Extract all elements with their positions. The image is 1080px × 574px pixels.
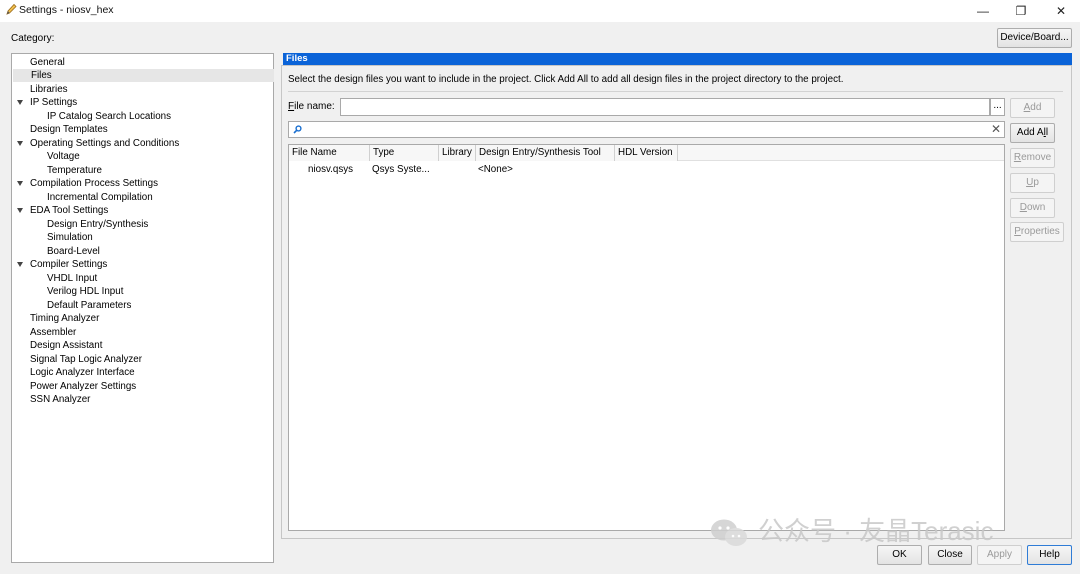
tree-item-signal-tap[interactable]: Signal Tap Logic Analyzer [30, 353, 142, 366]
tree-item-ip-catalog[interactable]: IP Catalog Search Locations [47, 110, 171, 123]
close-window-button[interactable]: ✕ [1042, 1, 1080, 21]
tree-item-assembler[interactable]: Assembler [30, 326, 76, 339]
file-name-label: File name: [288, 101, 335, 112]
window-title: Settings - niosv_hex [19, 4, 114, 16]
tree-item-temperature[interactable]: Temperature [47, 164, 102, 177]
tree-item-voltage[interactable]: Voltage [47, 150, 80, 163]
column-header-file-name[interactable]: File Name [289, 145, 370, 161]
properties-button[interactable]: Properties [1010, 222, 1064, 242]
tree-item-general[interactable]: General [30, 56, 65, 69]
category-tree[interactable]: General Files Libraries IP Settings IP C… [11, 53, 274, 563]
remove-button[interactable]: Remove [1010, 148, 1055, 168]
tree-item-power-analyzer[interactable]: Power Analyzer Settings [30, 380, 136, 393]
tree-item-incremental-compilation[interactable]: Incremental Compilation [47, 191, 153, 204]
close-button[interactable]: Close [928, 545, 972, 565]
tree-item-logic-analyzer-interface[interactable]: Logic Analyzer Interface [30, 366, 135, 379]
table-cell-design-entry-tool[interactable]: <None> [478, 163, 614, 177]
settings-pencil-icon [6, 3, 17, 15]
table-cell-hdl-version[interactable] [617, 163, 677, 177]
up-button[interactable]: Up [1010, 173, 1055, 193]
tree-item-design-assistant[interactable]: Design Assistant [30, 339, 102, 352]
add-all-button[interactable]: Add All [1010, 123, 1055, 143]
tree-item-operating-settings[interactable]: Operating Settings and Conditions [30, 137, 179, 150]
table-header-fill [678, 145, 1004, 161]
wechat-logo-icon [711, 519, 747, 546]
tree-item-timing-analyzer[interactable]: Timing Analyzer [30, 312, 99, 325]
ok-button[interactable]: OK [877, 545, 922, 565]
tree-item-ssn-analyzer[interactable]: SSN Analyzer [30, 393, 90, 406]
column-header-type[interactable]: Type [370, 145, 439, 161]
minimize-button[interactable]: — [964, 1, 1002, 21]
tree-item-compiler-settings[interactable]: Compiler Settings [30, 258, 107, 271]
down-button[interactable]: Down [1010, 198, 1055, 218]
tree-item-design-templates[interactable]: Design Templates [30, 123, 108, 136]
watermark-text: 公众号 · 友晶Terasic [758, 516, 994, 546]
restore-button[interactable]: ❐ [1002, 1, 1040, 21]
clear-search-icon[interactable]: ✕ [991, 122, 1001, 137]
tree-item-compilation-process[interactable]: Compilation Process Settings [30, 177, 158, 190]
file-name-input[interactable] [340, 98, 990, 116]
title-bar: Settings - niosv_hex — ❐ ✕ [0, 0, 1080, 22]
column-header-library[interactable]: Library [439, 145, 476, 161]
search-input[interactable]: ✕ [288, 121, 1005, 138]
tree-item-simulation[interactable]: Simulation [47, 231, 93, 244]
category-label: Category: [11, 33, 55, 44]
browse-button[interactable]: ... [990, 98, 1005, 116]
device-board-button[interactable]: Device/Board... [997, 28, 1072, 48]
apply-button[interactable]: Apply [977, 545, 1022, 565]
expand-arrow-icon[interactable] [17, 181, 23, 186]
expand-arrow-icon[interactable] [17, 100, 23, 105]
column-header-hdl-version[interactable]: HDL Version [615, 145, 678, 161]
expand-arrow-icon[interactable] [17, 141, 23, 146]
tree-item-design-entry-synthesis[interactable]: Design Entry/Synthesis [47, 218, 148, 231]
table-cell-library[interactable] [441, 163, 475, 177]
tree-item-files[interactable]: Files [13, 69, 274, 82]
tree-item-libraries[interactable]: Libraries [30, 83, 68, 96]
tree-item-board-level[interactable]: Board-Level [47, 245, 100, 258]
divider [288, 91, 1063, 92]
table-cell-file-name[interactable]: niosv.qsys [308, 163, 370, 177]
search-icon [293, 125, 302, 134]
tree-item-eda-tool-settings[interactable]: EDA Tool Settings [30, 204, 108, 217]
files-table[interactable]: File Name Type Library Design Entry/Synt… [288, 144, 1005, 531]
tree-item-verilog-input[interactable]: Verilog HDL Input [47, 285, 123, 298]
table-cell-type[interactable]: Qsys Syste... [372, 163, 438, 177]
tree-item-ip-settings[interactable]: IP Settings [30, 96, 77, 109]
column-header-design-entry-tool[interactable]: Design Entry/Synthesis Tool [476, 145, 615, 161]
help-button[interactable]: Help [1027, 545, 1072, 565]
instructions-text: Select the design files you want to incl… [288, 74, 844, 85]
add-button[interactable]: Add [1010, 98, 1055, 118]
tree-item-default-parameters[interactable]: Default Parameters [47, 299, 131, 312]
expand-arrow-icon[interactable] [17, 208, 23, 213]
tree-item-vhdl-input[interactable]: VHDL Input [47, 272, 97, 285]
panel-header: Files [283, 53, 1072, 65]
expand-arrow-icon[interactable] [17, 262, 23, 267]
